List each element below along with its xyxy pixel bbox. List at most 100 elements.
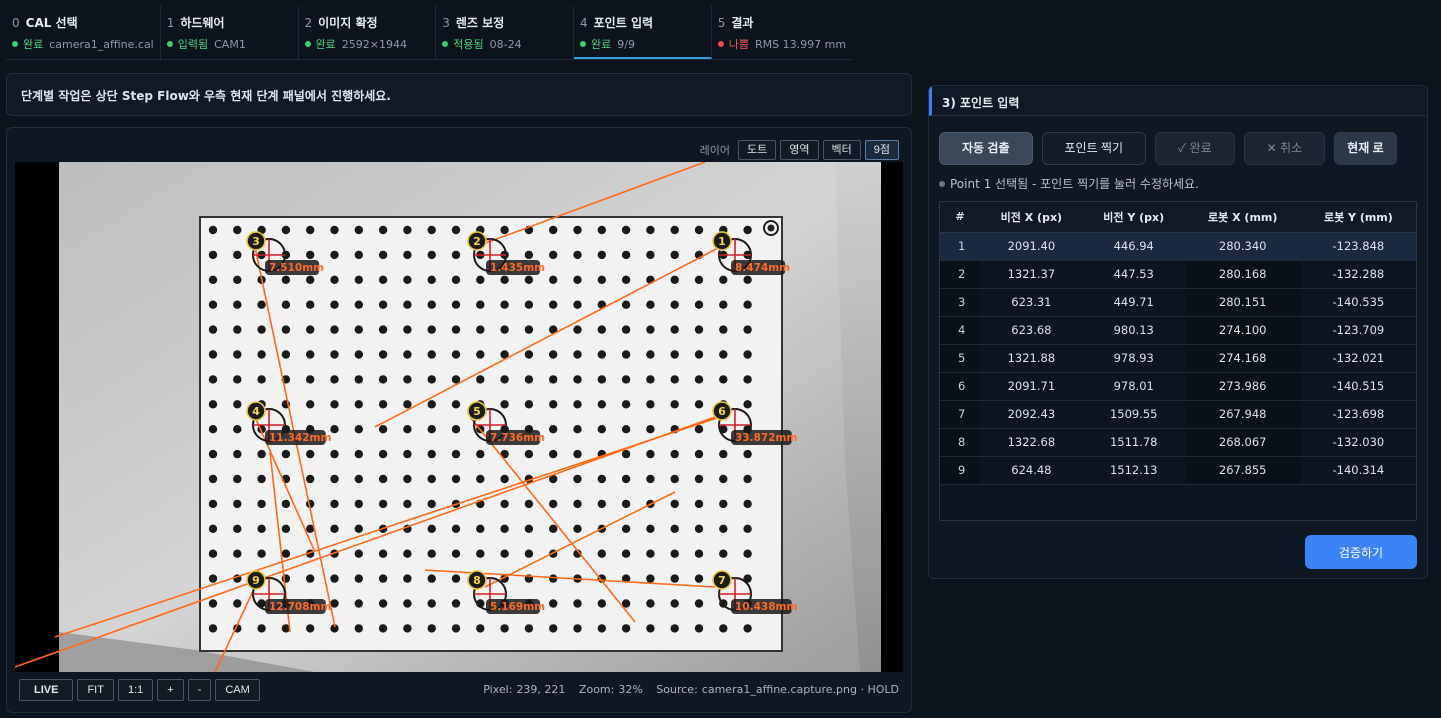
layer-vector-button[interactable]: 벡터 (822, 140, 861, 160)
cam-button[interactable]: CAM (215, 679, 260, 701)
verify-button[interactable]: 검증하기 (1305, 535, 1417, 569)
live-button[interactable]: LIVE (19, 679, 74, 701)
grid-dot (354, 275, 363, 284)
grid-dot (719, 300, 728, 309)
cancel-button[interactable]: ✕ 취소 (1243, 132, 1326, 165)
status-dot-icon (304, 41, 311, 47)
current-robot-button[interactable]: 현재 로 (1334, 132, 1397, 165)
guide-notice: 단계별 작업은 상단 Step Flow와 우측 현재 단계 패널에서 진행하세… (6, 73, 912, 116)
status-dot-icon (717, 41, 724, 47)
grid-dot (281, 499, 291, 509)
table-cell: -123.848 (1300, 232, 1416, 261)
step-number: 1 (166, 16, 175, 30)
grid-dot (208, 350, 218, 359)
table-row[interactable]: 2 1321.37 447.53 280.168 -132.288 (940, 260, 1416, 289)
grid-dot (597, 225, 606, 235)
grid-dot (306, 225, 315, 235)
error-label: 5.169mm (490, 601, 545, 613)
step-state: 입력됨 (177, 38, 209, 51)
grid-dot (306, 400, 315, 409)
grid-dot (451, 449, 461, 459)
step-lens-correction[interactable]: 3 렌즈 보정 적용됨 08-24 (436, 6, 574, 59)
fit-button[interactable]: FIT (77, 679, 114, 701)
grid-dot (597, 350, 606, 359)
table-row[interactable]: 8 1322.68 1511.78 268.067 -132.030 (940, 428, 1416, 457)
grid-dot (476, 449, 485, 459)
grid-dot (378, 549, 388, 558)
error-label: 33.872mm (735, 432, 797, 444)
table-cell: -123.698 (1300, 400, 1416, 429)
layer-region-button[interactable]: 영역 (780, 140, 819, 160)
grid-dot (451, 425, 461, 434)
table-row[interactable]: 5 1321.88 978.93 274.168 -132.021 (940, 344, 1416, 373)
layer-dot-button[interactable]: 도트 (738, 140, 777, 160)
grid-dot (451, 624, 461, 633)
grid-dot (549, 425, 558, 434)
table-cell: 1509.55 (1082, 400, 1185, 429)
table-row[interactable]: 4 623.68 980.13 274.100 -123.709 (940, 316, 1416, 345)
grid-dot (378, 474, 388, 484)
grid-dot (573, 300, 582, 309)
grid-dot (743, 499, 752, 509)
fiducial-center (767, 224, 775, 232)
grid-dot (427, 375, 436, 384)
grid-dot (208, 574, 218, 583)
points-table: # 비전 X (px) 비전 Y (px) 로봇 X (mm) 로봇 Y (mm… (939, 201, 1417, 521)
table-row[interactable]: 3 623.31 449.71 280.151 -140.535 (940, 288, 1416, 317)
grid-dot (524, 325, 534, 334)
error-label: 7.736mm (490, 432, 545, 444)
zoom-out-button[interactable]: - (187, 679, 212, 701)
step-detail: 2592×1944 (341, 37, 407, 51)
table-cell: 8 (940, 428, 980, 457)
grid-dot (621, 549, 631, 558)
done-button[interactable]: ✓ 완료 (1155, 132, 1235, 165)
grid-dot (694, 325, 704, 334)
table-row[interactable]: 6 2091.71 978.01 273.986 -140.515 (940, 372, 1416, 401)
grid-dot (208, 275, 218, 284)
panel-title: 3) 포인트 입력 (929, 86, 1427, 116)
grid-dot (573, 524, 582, 533)
grid-dot (500, 275, 509, 284)
panel-actions: 자동 검출 포인트 찍기 ✓ 완료 ✕ 취소 현재 로 (939, 132, 1397, 165)
step-result[interactable]: 5 결과 나쁨 RMS 13.997 mm (712, 6, 852, 59)
pick-point-button[interactable]: 포인트 찍기 (1041, 132, 1147, 165)
grid-dot (306, 325, 315, 334)
grid-dot (476, 474, 485, 484)
table-row[interactable]: 1 2091.40 446.94 280.340 -123.848 (940, 232, 1416, 261)
grid-dot (670, 300, 679, 309)
grid-dot (597, 474, 606, 484)
table-row[interactable]: 9 624.48 1512.13 267.855 -140.314 (940, 456, 1416, 485)
auto-detect-button[interactable]: 자동 검출 (939, 132, 1033, 165)
step-hardware[interactable]: 1 하드웨어 입력됨 CAM1 (161, 6, 299, 59)
layer-toolbar: 레이어 도트 영역 벡터 9점 (700, 140, 899, 160)
grid-dot (719, 499, 728, 509)
grid-dot (597, 599, 606, 608)
grid-dot (354, 375, 363, 384)
error-label: 1.435mm (490, 262, 545, 274)
grid-dot (670, 275, 679, 284)
image-canvas[interactable]: 1 8.474mm 2 1.435mm 3 7.510mm 4 11.342mm 5 7.736m… (15, 162, 903, 672)
grid-dot (281, 225, 291, 235)
step-cal-select[interactable]: 0 CAL 선택 완료 camera1_affine.cal (6, 6, 161, 59)
grid-dot (670, 549, 679, 558)
grid-dot (403, 325, 412, 334)
grid-dot (549, 275, 558, 284)
grid-dot (500, 549, 509, 558)
grid-dot (378, 425, 388, 434)
grid-dot (743, 624, 752, 633)
step-image-confirm[interactable]: 2 이미지 확정 완료 2592×1944 (299, 6, 437, 59)
zoom-1to1-button[interactable]: 1:1 (117, 679, 154, 701)
step-point-input[interactable]: 4 포인트 입력 완료 9/9 (574, 6, 712, 59)
grid-dot (573, 449, 582, 459)
point-number: 8 (473, 574, 481, 587)
grid-dot (573, 350, 582, 359)
grid-dot (451, 275, 461, 284)
grid-dot (306, 375, 315, 384)
grid-dot (306, 624, 315, 633)
point-number: 2 (473, 235, 481, 248)
grid-dot (403, 449, 412, 459)
table-row[interactable]: 7 2092.43 1509.55 267.948 -123.698 (940, 400, 1416, 429)
zoom-in-button[interactable]: + (157, 679, 184, 701)
layer-9point-button[interactable]: 9점 (864, 140, 899, 160)
grid-dot (330, 250, 339, 260)
